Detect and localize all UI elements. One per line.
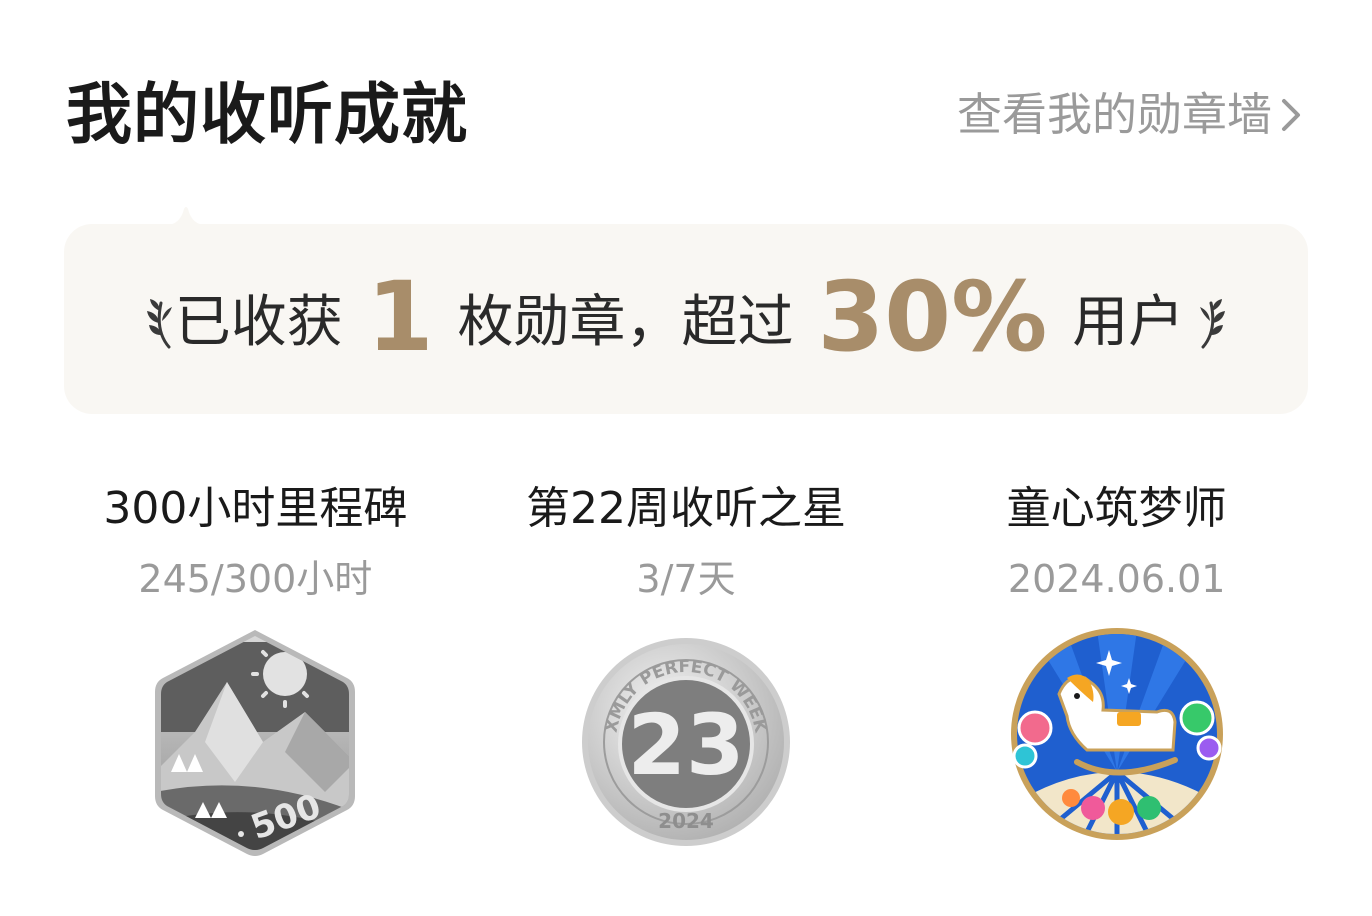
- coin-number-text: 23: [628, 696, 745, 794]
- coin-year-text: 2024: [658, 809, 714, 833]
- perfect-week-coin-icon: XMLY PERFECT WEEK 23 2024: [582, 638, 790, 846]
- laurel-left-icon: [146, 297, 175, 349]
- summary-suffix: 用户: [1072, 290, 1185, 355]
- chevron-right-icon: [1278, 95, 1308, 135]
- rocking-horse-icon: [1010, 628, 1223, 840]
- badge-name: 童心筑梦师: [1006, 483, 1227, 534]
- view-badge-wall-label: 查看我的勋章墙: [956, 88, 1272, 141]
- badge-progress: 245/300小时: [138, 557, 373, 601]
- achievement-summary: 已收获 1 枚勋章，超过 30% 用户: [0, 262, 1372, 372]
- badge-item-milestone[interactable]: 300小时里程碑 245/300小时 500: [40, 478, 471, 878]
- badge-name: 第22周收听之星: [526, 483, 846, 534]
- badge-count: 1: [366, 261, 434, 373]
- summary-prefix: 已收获: [174, 290, 343, 355]
- badge-item-dream-maker[interactable]: 童心筑梦师 2024.06.01: [901, 478, 1332, 878]
- badge-name: 300小时里程碑: [103, 483, 408, 534]
- badge-list: 300小时里程碑 245/300小时 500 第22周收听之星 3/7天 XML…: [40, 478, 1332, 878]
- mountain-milestone-icon: 500: [155, 630, 356, 856]
- summary-middle: 枚勋章，超过: [457, 290, 794, 355]
- badge-item-weekly-star[interactable]: 第22周收听之星 3/7天 XMLY PERFECT WEEK 23 2024: [471, 478, 902, 878]
- badge-progress: 2024.06.01: [1007, 557, 1226, 601]
- header: 我的收听成就 查看我的勋章墙: [66, 70, 1308, 160]
- card-notch: [166, 207, 206, 225]
- view-badge-wall-link[interactable]: 查看我的勋章墙: [957, 84, 1308, 146]
- percentile-value: 30%: [817, 261, 1048, 373]
- badge-progress: 3/7天: [636, 557, 736, 601]
- laurel-right-icon: [1197, 297, 1226, 349]
- page-title: 我的收听成就: [66, 76, 468, 153]
